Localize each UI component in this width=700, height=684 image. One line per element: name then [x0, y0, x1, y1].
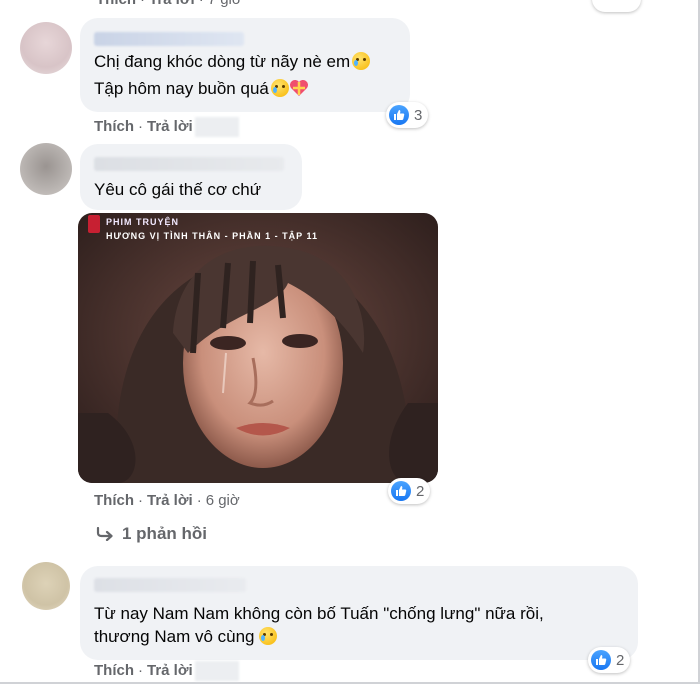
crying-face-emoji: [352, 52, 371, 70]
channel-logo: [88, 215, 100, 233]
image-caption: HƯƠNG VỊ TÌNH THÂN - PHẦN 1 - TẬP 11: [106, 231, 318, 241]
comment-line: Tập hôm nay buồn quá: [94, 79, 269, 98]
like-icon: [391, 481, 411, 501]
reply-link[interactable]: Trả lời: [149, 0, 195, 8]
comment-line: thương Nam vô cùng: [94, 627, 255, 646]
reaction-count: 2: [416, 482, 425, 500]
previous-comment-actions: Thích·Trả lời·7 giờ: [96, 0, 242, 8]
reaction-count: 2: [616, 651, 625, 669]
timestamp-blurred[interactable]: [194, 117, 239, 137]
comment-actions: Thích · Trả lời · 6 giờ: [94, 492, 240, 509]
crying-face-emoji: [270, 79, 289, 97]
reply-link[interactable]: Trả lời: [147, 118, 193, 135]
like-link[interactable]: Thích: [94, 662, 134, 679]
author-name-blurred[interactable]: [94, 578, 246, 592]
like-link[interactable]: Thích: [94, 118, 134, 135]
comment-text: Yêu cô gái thế cơ chứ: [94, 180, 262, 199]
reply-link[interactable]: Trả lời: [147, 662, 193, 679]
like-icon: [389, 105, 409, 125]
reaction-pill[interactable]: 2: [588, 647, 631, 673]
crying-woman-image: [78, 213, 438, 483]
replies-count-label: 1 phản hồi: [122, 524, 207, 543]
reaction-count: 3: [414, 106, 423, 124]
comment-image[interactable]: PHIM TRUYỆN HƯƠNG VỊ TÌNH THÂN - PHẦN 1 …: [78, 213, 438, 483]
reply-arrow-icon: [96, 527, 113, 541]
comment-actions: Thích · Trả lời: [94, 117, 239, 137]
previous-reaction-pill[interactable]: [592, 0, 641, 12]
timestamp[interactable]: 7 giờ: [208, 0, 242, 8]
like-link[interactable]: Thích: [94, 492, 134, 509]
author-name-blurred[interactable]: [94, 32, 244, 46]
reaction-pill[interactable]: 2: [388, 478, 431, 504]
avatar[interactable]: [20, 143, 72, 195]
avatar[interactable]: [20, 22, 72, 74]
comment-actions: Thích · Trả lời: [94, 661, 239, 681]
comment-text: Tập hôm nay buồn quá: [94, 75, 309, 102]
comment-line: Chị đang khóc dòng từ nãy nè em: [94, 52, 351, 71]
timestamp-blurred[interactable]: [194, 661, 239, 681]
comment-text: thương Nam vô cùng: [94, 623, 278, 650]
heart-ribbon-emoji: [289, 80, 308, 96]
timestamp[interactable]: 6 giờ: [206, 492, 240, 509]
reaction-pill[interactable]: 3: [386, 102, 429, 128]
reply-link[interactable]: Trả lời: [147, 492, 193, 509]
avatar[interactable]: [22, 562, 70, 610]
like-link[interactable]: Thích: [96, 0, 136, 8]
like-icon: [591, 650, 611, 670]
crying-face-emoji: [259, 627, 278, 645]
view-replies-link[interactable]: 1 phản hồi: [96, 524, 207, 544]
image-caption-top: PHIM TRUYỆN: [106, 217, 180, 227]
comment-text: Chị đang khóc dòng từ nãy nè em: [94, 48, 371, 75]
author-name-blurred[interactable]: [94, 157, 284, 171]
